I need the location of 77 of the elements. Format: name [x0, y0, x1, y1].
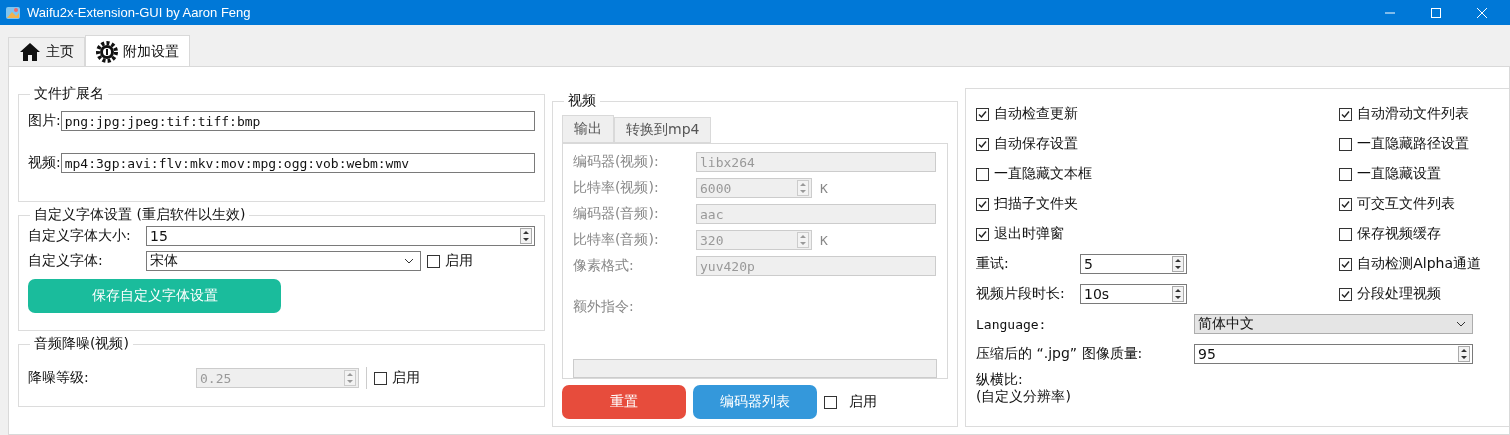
chevron-down-icon	[1456, 321, 1466, 327]
spin-field[interactable]: 15	[146, 226, 535, 246]
tab[interactable]: 转换到mp4	[614, 117, 712, 143]
checkbox[interactable]	[976, 167, 989, 181]
group-title: 音频降噪(视频)	[33, 335, 130, 353]
language-dropdown[interactable]: 简体中文	[1194, 314, 1473, 334]
field-label: 压缩后的 “.jpg” 图像质量:	[976, 345, 1144, 363]
field-label: 编码器(视频):	[573, 153, 660, 171]
field-label: (自定义分辨率)	[976, 388, 1071, 405]
checkbox-label: 自动滑动文件列表	[1357, 105, 1470, 123]
checkbox-label: 启用	[445, 252, 473, 270]
input-field[interactable]: mp4:3gp:avi:flv:mkv:mov:mpg:ogg:vob:webm:wmv	[60, 153, 535, 173]
chevron-down-icon	[404, 258, 414, 264]
tab[interactable]: 输出	[562, 115, 614, 143]
unit-label: K	[820, 232, 828, 248]
maximize-icon[interactable]	[1430, 6, 1442, 19]
spin-arrows-icon[interactable]	[1458, 346, 1470, 362]
field-label: 视频片段时长:	[976, 285, 1066, 303]
checkbox-label: 一直隐藏设置	[1357, 165, 1442, 183]
field-label: 比特率(视频):	[573, 179, 660, 197]
checkbox[interactable]	[824, 395, 837, 409]
field-label: 自定义字体大小:	[28, 227, 132, 245]
font-dropdown[interactable]: 宋体	[146, 251, 421, 271]
spin-arrows-icon[interactable]	[1172, 286, 1184, 302]
spin-arrows-icon[interactable]	[520, 228, 532, 244]
group-title: 文件扩展名	[33, 85, 105, 103]
spin-arrows-icon[interactable]	[1172, 256, 1184, 272]
checkbox-label: 启用	[849, 393, 877, 411]
checkbox-label: 一直隐藏文本框	[994, 165, 1092, 183]
field-label: Language:	[976, 316, 1048, 332]
field-label: 纵横比:	[976, 371, 1024, 388]
checkbox-label: 可交互文件列表	[1357, 195, 1456, 213]
checkbox[interactable]	[1339, 137, 1353, 151]
unit-label: K	[820, 180, 828, 196]
checkbox[interactable]	[976, 197, 989, 211]
tab[interactable]: 附加设置	[85, 35, 190, 67]
spin-field[interactable]: 95	[1194, 344, 1473, 364]
spin-field[interactable]: 10s	[1080, 284, 1187, 304]
reset-button[interactable]: 重置	[562, 385, 686, 419]
field-label: 像素格式:	[573, 257, 635, 275]
group-title: 自定义字体设置 (重启软件以生效)	[33, 206, 247, 224]
checkbox[interactable]	[1339, 227, 1353, 241]
field-label: 额外指令:	[573, 298, 635, 316]
checkbox-label: 保存视频缓存	[1357, 225, 1442, 243]
field-label: 自定义字体:	[28, 252, 104, 270]
checkbox[interactable]	[976, 137, 989, 151]
gear-icon	[96, 40, 118, 63]
window-title: Waifu2x-Extension-GUI by Aaron Feng	[27, 5, 251, 20]
checkbox[interactable]	[1339, 167, 1353, 181]
checkbox-label: 启用	[392, 369, 420, 387]
group-title: 视频	[567, 92, 597, 110]
field-label: 视频:	[28, 154, 61, 172]
input-field[interactable]: png:jpg:jpeg:tif:tiff:bmp	[60, 111, 535, 131]
spin-field[interactable]: 5	[1080, 254, 1187, 274]
checkbox[interactable]	[1339, 287, 1353, 301]
checkbox[interactable]	[976, 107, 989, 121]
checkbox[interactable]	[1339, 197, 1353, 211]
field-label: 编码器(音频):	[573, 205, 660, 223]
close-icon[interactable]	[1476, 6, 1488, 19]
checkbox[interactable]	[427, 254, 440, 268]
checkbox[interactable]	[1339, 257, 1353, 271]
checkbox[interactable]	[976, 227, 989, 241]
checkbox-label: 退出时弹窗	[994, 225, 1064, 243]
checkbox-label: 扫描子文件夹	[994, 195, 1078, 213]
checkbox-label: 自动保存设置	[994, 135, 1078, 153]
checkbox-label: 一直隐藏路径设置	[1357, 135, 1470, 153]
field-label: 图片:	[28, 112, 61, 130]
field-label: 比特率(音频):	[573, 231, 660, 249]
field-label: 降噪等级:	[28, 369, 90, 387]
checkbox[interactable]	[1339, 107, 1353, 121]
field-label: 重试:	[976, 255, 1010, 273]
checkbox-label: 自动检测Alpha通道	[1357, 255, 1481, 273]
home-icon	[19, 42, 41, 62]
app-icon	[5, 4, 21, 21]
checkbox-label: 分段处理视频	[1357, 285, 1442, 303]
tab[interactable]: 主页	[8, 37, 85, 66]
checkbox-label: 自动检查更新	[994, 105, 1078, 123]
